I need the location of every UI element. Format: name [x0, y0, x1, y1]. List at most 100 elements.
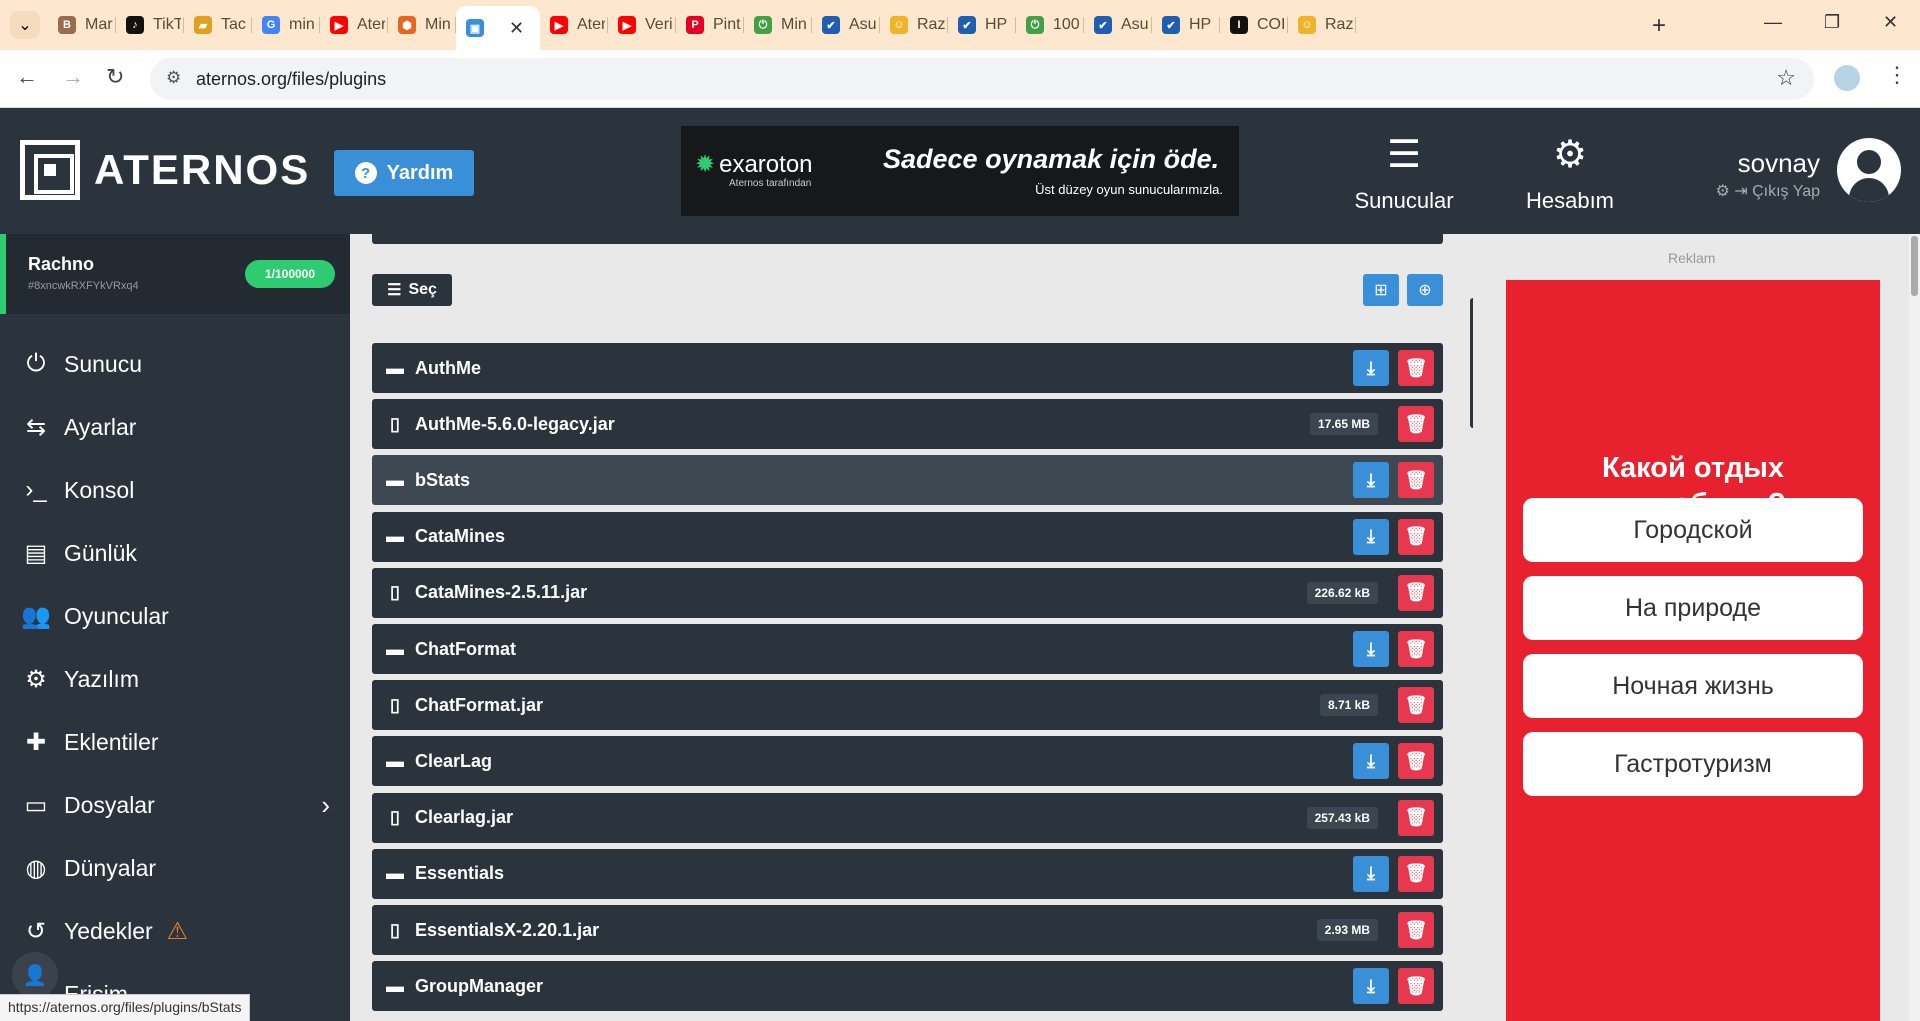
promo-option-button[interactable]: На природе — [1523, 576, 1863, 640]
browser-tab[interactable]: ☺ Raz — [880, 9, 948, 41]
browser-tab[interactable]: ✔ Asu — [1084, 9, 1152, 41]
promo-ad[interactable]: Какой отдыхты любишь? ГородскойНа природ… — [1506, 280, 1880, 1021]
sidebar-item-eklentiler[interactable]: ✚ Eklentiler — [0, 712, 350, 772]
back-arrow-icon[interactable]: ← — [16, 64, 38, 90]
new-file-button[interactable]: ⊕ — [1407, 274, 1443, 306]
promo-option-button[interactable]: Городской — [1523, 498, 1863, 562]
sidebar-item-günlük[interactable]: ▤ Günlük — [0, 523, 350, 583]
browser-tab[interactable]: ▰ Tac — [184, 9, 252, 41]
file-name[interactable]: EssentialsX-2.20.1.jar — [415, 920, 1317, 941]
trash-icon[interactable]: 🗑 — [1398, 799, 1434, 836]
file-name[interactable]: bStats — [415, 470, 1353, 491]
browser-menu-icon[interactable]: ⋮ — [1886, 62, 1908, 88]
file-name[interactable]: ChatFormat — [415, 639, 1353, 660]
select-button[interactable]: ☰ Seç — [372, 274, 452, 306]
url-text[interactable]: aternos.org/files/plugins — [196, 69, 386, 90]
file-row[interactable]: ▯ CataMines-2.5.11.jar 226.62 kB 🗑 — [372, 567, 1443, 618]
browser-tab[interactable]: ✔ Asu — [812, 9, 880, 41]
browser-tab[interactable]: I COI — [1220, 9, 1288, 41]
browser-tab[interactable]: ▶ Ater — [320, 9, 388, 41]
browser-tab[interactable]: ⬢ Min — [388, 9, 456, 41]
sidebar-item-ayarlar[interactable]: ⇆ Ayarlar — [0, 397, 350, 457]
trash-icon[interactable]: 🗑 — [1398, 574, 1434, 611]
browser-tab[interactable]: P Pint — [676, 9, 744, 41]
file-name[interactable]: GroupManager — [415, 976, 1353, 997]
browser-tab[interactable]: ▶ Ater — [540, 9, 608, 41]
browser-tab[interactable]: ⏻ Min — [744, 9, 812, 41]
file-name[interactable]: ChatFormat.jar — [415, 695, 1320, 716]
user-avatar[interactable] — [1837, 138, 1901, 202]
file-name[interactable]: Essentials — [415, 863, 1353, 884]
sidebar-item-yazılım[interactable]: ⚙ Yazılım — [0, 649, 350, 709]
trash-icon[interactable]: 🗑 — [1398, 406, 1434, 443]
sidebar-item-oyuncular[interactable]: 👥 Oyuncular — [0, 586, 350, 646]
url-omnibox[interactable]: ⚙ aternos.org/files/plugins ☆ — [150, 58, 1814, 100]
trash-icon[interactable]: 🗑 — [1398, 968, 1434, 1005]
browser-tab[interactable]: B Mar — [48, 9, 116, 41]
folder-row[interactable]: ▬ bStats ⤓ 🗑 — [372, 455, 1443, 506]
folder-row[interactable]: ▬ Essentials ⤓ 🗑 — [372, 848, 1443, 899]
tab-search-chevron-icon[interactable]: ⌄ — [10, 11, 40, 39]
download-icon[interactable]: ⤓ — [1353, 855, 1389, 892]
reload-icon[interactable]: ↻ — [106, 64, 124, 90]
browser-tab[interactable]: ▶ Veri — [608, 9, 676, 41]
forward-arrow-icon[interactable]: → — [62, 64, 84, 90]
file-name[interactable]: AuthMe-5.6.0-legacy.jar — [415, 414, 1310, 435]
trash-icon[interactable]: 🗑 — [1398, 743, 1434, 780]
profile-avatar-icon[interactable] — [1834, 65, 1860, 91]
folder-row[interactable]: ▬ CataMines ⤓ 🗑 — [372, 511, 1443, 562]
exaroton-ad-banner[interactable]: ✹ exaroton Aternos tarafından Sadece oyna… — [681, 126, 1239, 216]
file-name[interactable]: Clearlag.jar — [415, 807, 1307, 828]
close-window-icon[interactable]: ✕ — [1883, 12, 1898, 33]
folder-row[interactable]: ▬ AuthMe ⤓ 🗑 — [372, 343, 1443, 393]
sidebar-item-dünyalar[interactable]: ◍ Dünyalar — [0, 838, 350, 898]
file-name[interactable]: ClearLag — [415, 751, 1353, 772]
trash-icon[interactable]: 🗑 — [1398, 912, 1434, 948]
trash-icon[interactable]: 🗑 — [1398, 631, 1434, 667]
new-folder-button[interactable]: ⊞ — [1363, 274, 1399, 306]
file-row[interactable]: ▯ ChatFormat.jar 8.71 kB 🗑 — [372, 680, 1443, 731]
browser-tab[interactable]: ♪ TikT — [116, 9, 184, 41]
browser-tab[interactable]: ▣ ✕ — [456, 6, 540, 50]
access-lock-icon[interactable]: 👤 — [12, 952, 58, 998]
tab-close-icon[interactable]: ✕ — [509, 18, 524, 39]
help-button[interactable]: ? Yardım — [334, 150, 474, 196]
nav-servers[interactable]: ☰ Sunucular — [1344, 132, 1464, 214]
promo-option-button[interactable]: Гастротуризм — [1523, 732, 1863, 796]
nav-account[interactable]: ⚙ Hesabım — [1510, 132, 1630, 214]
trash-icon[interactable]: 🗑 — [1398, 462, 1434, 499]
file-row[interactable]: ▯ EssentialsX-2.20.1.jar 2.93 MB 🗑 — [372, 905, 1443, 955]
sidebar-item-sunucu[interactable]: ⏻ Sunucu — [0, 334, 350, 394]
browser-tab[interactable]: Gmin — [252, 9, 320, 41]
file-name[interactable]: CataMines-2.5.11.jar — [415, 582, 1307, 603]
download-icon[interactable]: ⤓ — [1353, 462, 1389, 499]
file-name[interactable]: AuthMe — [415, 358, 1353, 379]
download-icon[interactable]: ⤓ — [1353, 350, 1389, 386]
sidebar-item-yedekler[interactable]: ↺ Yedekler ⚠ — [0, 901, 350, 961]
site-info-icon[interactable]: ⚙ — [166, 68, 181, 88]
file-name[interactable]: CataMines — [415, 526, 1353, 547]
file-row[interactable]: ▯ Clearlag.jar 257.43 kB 🗑 — [372, 792, 1443, 843]
logout-link[interactable]: ⚙ ⇥ Çıkış Yap — [1700, 181, 1820, 201]
folder-row[interactable]: ▬ ClearLag ⤓ 🗑 — [372, 736, 1443, 787]
download-icon[interactable]: ⤓ — [1353, 631, 1389, 667]
new-tab-plus-icon[interactable]: + — [1652, 12, 1666, 40]
trash-icon[interactable]: 🗑 — [1398, 518, 1434, 555]
browser-tab[interactable]: ✔ HP — [948, 9, 1016, 41]
folder-row[interactable]: ▬ GroupManager ⤓ 🗑 — [372, 961, 1443, 1012]
trash-icon[interactable]: 🗑 — [1398, 350, 1434, 386]
browser-tab[interactable]: ✔ HP — [1152, 9, 1220, 41]
trash-icon[interactable]: 🗑 — [1398, 687, 1434, 724]
download-icon[interactable]: ⤓ — [1353, 968, 1389, 1005]
server-card[interactable]: Rachno #8xncwkRXFYkVRxq4 1/100000 — [0, 234, 350, 314]
sidebar-item-dosyalar[interactable]: ▭ Dosyalar › — [0, 775, 350, 835]
download-icon[interactable]: ⤓ — [1353, 518, 1389, 555]
sidebar-item-konsol[interactable]: ›_ Konsol — [0, 460, 350, 520]
page-scrollbar[interactable] — [1909, 234, 1920, 1021]
bookmark-star-icon[interactable]: ☆ — [1776, 65, 1796, 91]
folder-row[interactable]: ▬ ChatFormat ⤓ 🗑 — [372, 624, 1443, 674]
file-row[interactable]: ▯ AuthMe-5.6.0-legacy.jar 17.65 MB 🗑 — [372, 399, 1443, 450]
download-icon[interactable]: ⤓ — [1353, 743, 1389, 780]
user-settings-icon[interactable]: ⚙ — [1715, 183, 1729, 200]
restore-window-icon[interactable]: ❐ — [1824, 12, 1840, 33]
